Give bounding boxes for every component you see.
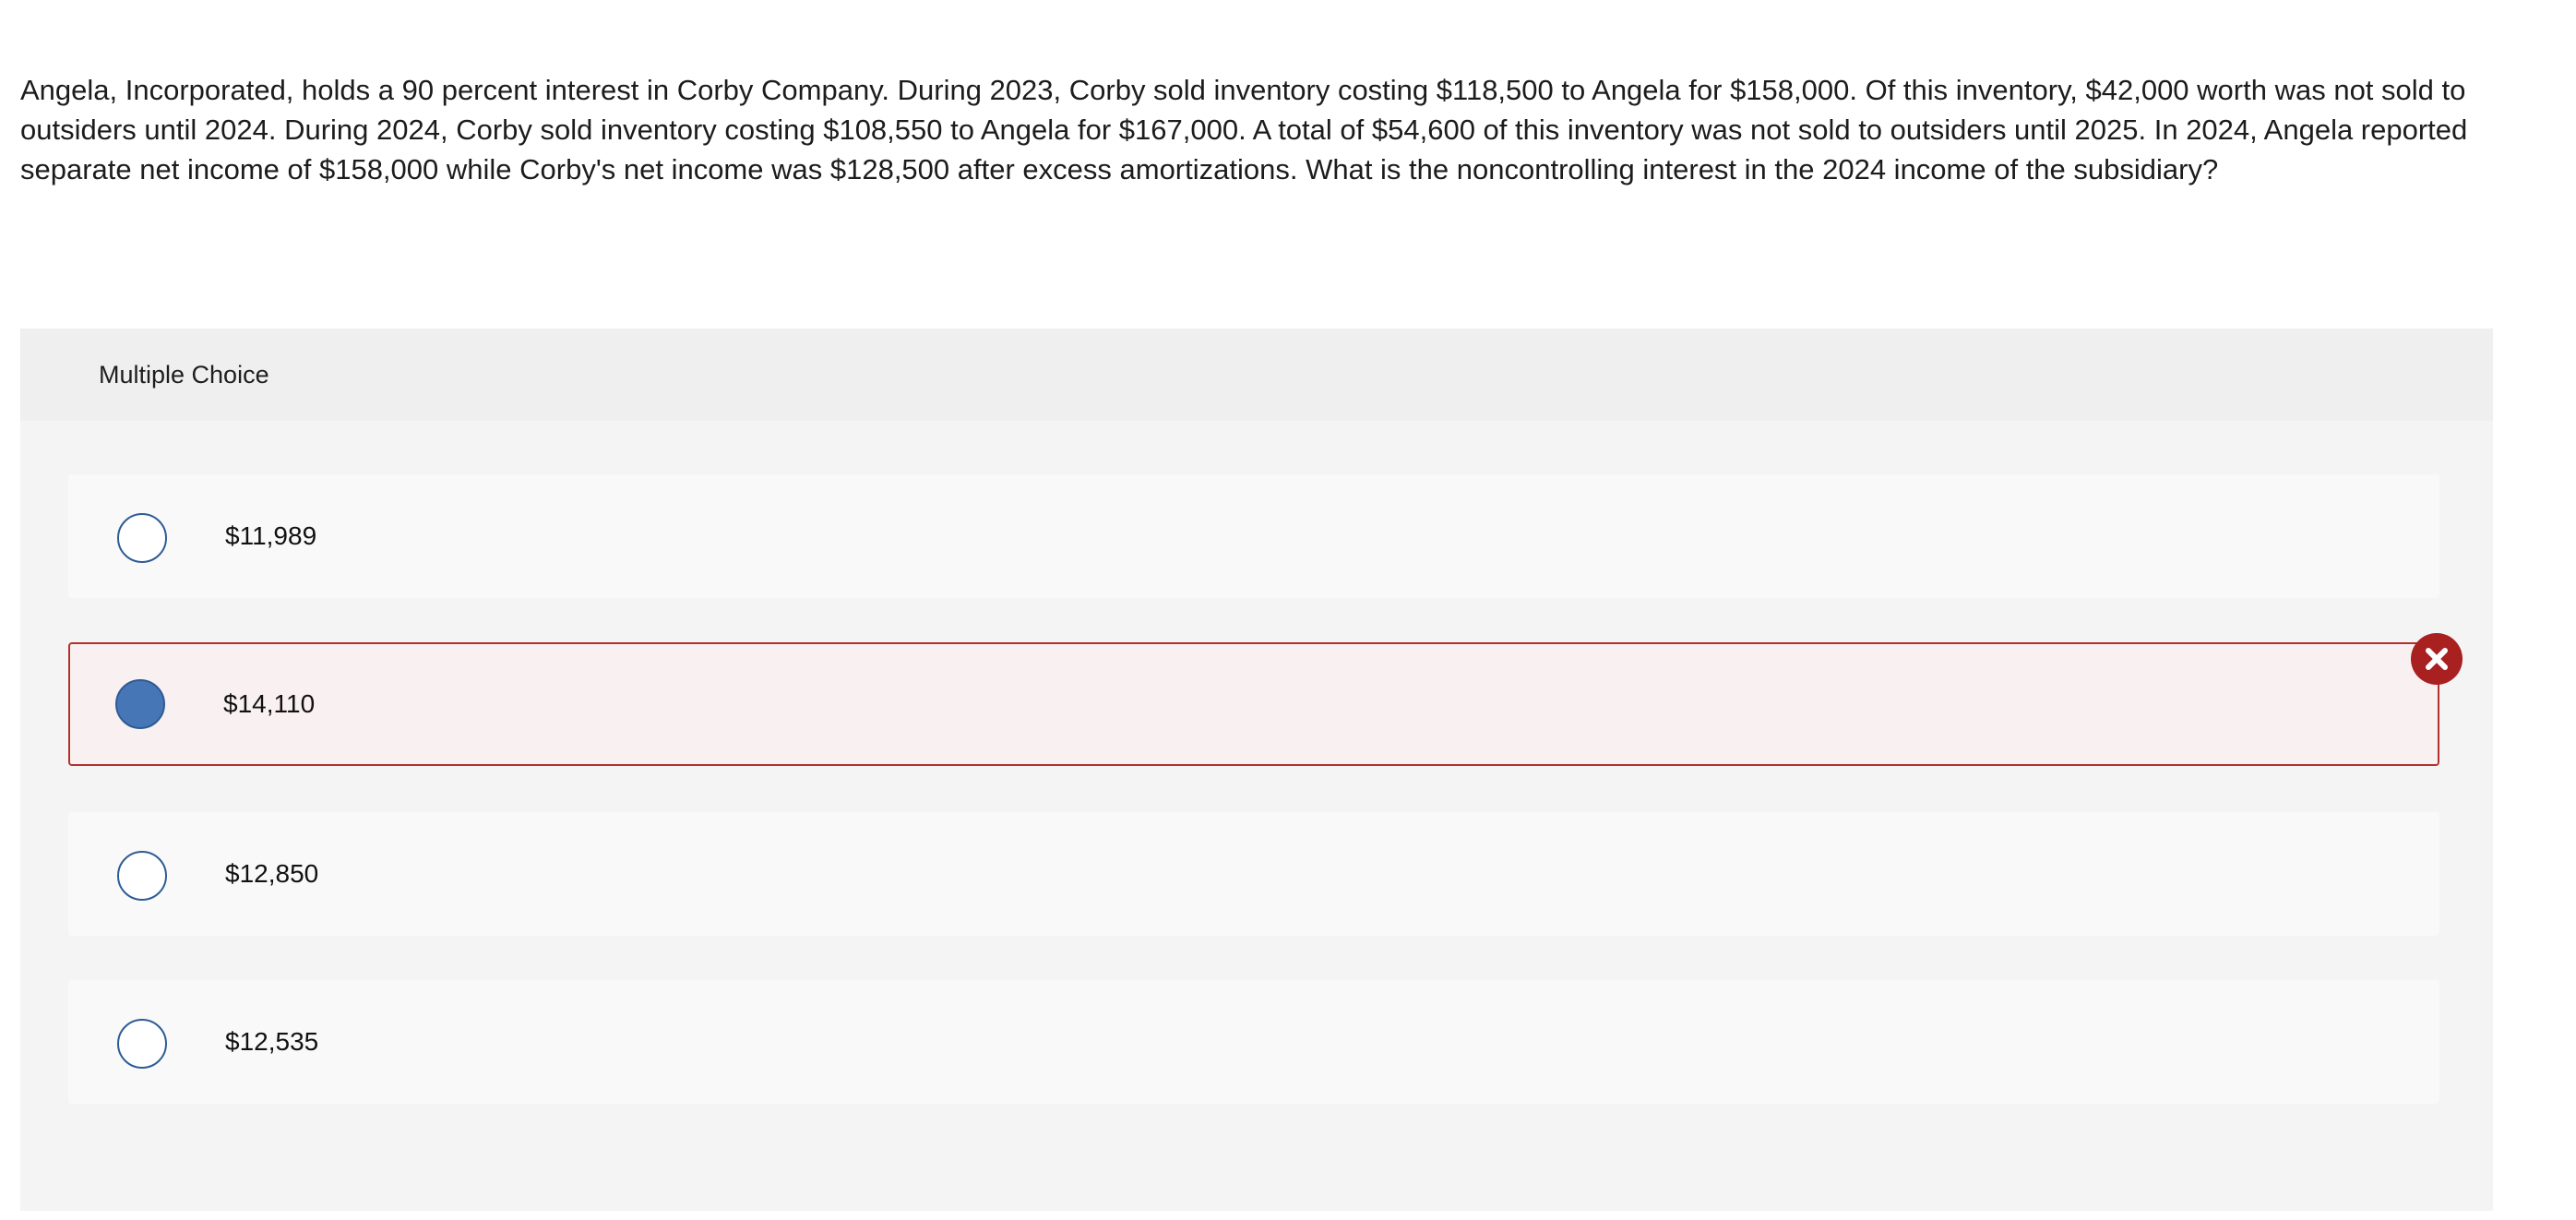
multiple-choice-header: Multiple Choice bbox=[20, 329, 2493, 421]
radio-button-2-selected[interactable] bbox=[115, 679, 165, 729]
choice-option-2-selected-incorrect[interactable]: $14,110 bbox=[68, 642, 2439, 766]
choice-option-label: $11,989 bbox=[225, 521, 317, 550]
radio-button-3[interactable] bbox=[117, 851, 167, 901]
multiple-choice-panel: Multiple Choice $11,989 $14,110 $12,850 … bbox=[20, 329, 2493, 1211]
multiple-choice-label: Multiple Choice bbox=[99, 361, 269, 389]
question-text: Angela, Incorporated, holds a 90 percent… bbox=[20, 74, 2468, 185]
choice-option-label: $14,110 bbox=[223, 689, 316, 718]
choice-option-4[interactable]: $12,535 bbox=[68, 980, 2439, 1104]
choice-option-3[interactable]: $12,850 bbox=[68, 812, 2439, 936]
close-icon bbox=[2426, 648, 2448, 670]
choice-option-label: $12,535 bbox=[225, 1027, 319, 1056]
choice-option-label: $12,850 bbox=[225, 859, 319, 888]
radio-button-1[interactable] bbox=[117, 513, 167, 563]
choice-option-1[interactable]: $11,989 bbox=[68, 474, 2439, 598]
incorrect-close-icon bbox=[2411, 633, 2463, 685]
radio-button-4[interactable] bbox=[117, 1019, 167, 1069]
